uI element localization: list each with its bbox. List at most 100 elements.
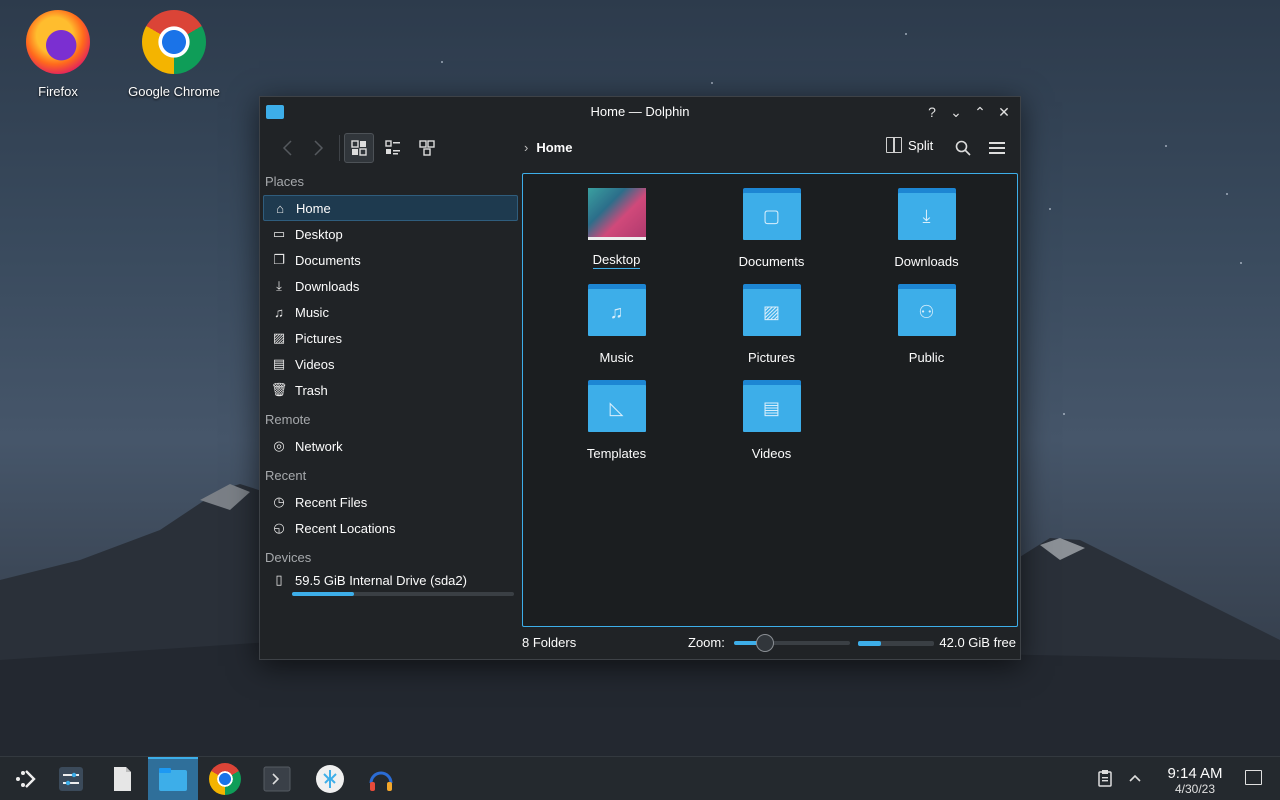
title-bar[interactable]: Home — Dolphin ? ⌄ ⌃ ✕ <box>260 97 1020 127</box>
sidebar-item-label: Videos <box>295 356 335 372</box>
taskbar: 9:14 AM 4/30/23 <box>0 756 1280 800</box>
chevron-right-icon: › <box>524 140 529 155</box>
sidebar-item-trash[interactable]: 🗑 Trash <box>263 377 518 403</box>
forward-button[interactable] <box>303 133 333 163</box>
discover-store-icon <box>316 765 344 793</box>
sidebar-item-label: Pictures <box>295 330 342 346</box>
sidebar-item-documents[interactable]: ❐ Documents <box>263 247 518 273</box>
headphones-icon <box>369 771 393 791</box>
section-header-remote: Remote <box>265 412 311 427</box>
folder-count: 8 Folders <box>522 635 577 650</box>
compact-view-button[interactable] <box>378 133 408 163</box>
sidebar-item-music[interactable]: ♫ Music <box>263 299 518 325</box>
sidebar-item-recent-files[interactable]: ◷ Recent Files <box>263 489 518 515</box>
folder-item-label: Downloads <box>894 254 959 269</box>
folder-item-label: Templates <box>586 446 647 461</box>
minimize-button[interactable]: ⌄ <box>946 101 966 123</box>
free-space-bar <box>858 641 934 646</box>
places-panel: Places ⌂ Home ▭ Desktop ❐ Documents ⤓ Downlo… <box>260 169 521 659</box>
folder-pictures-icon: ▨ <box>742 284 801 338</box>
sidebar-item-label: Network <box>295 438 343 454</box>
settings-sliders-icon <box>59 767 83 791</box>
sidebar-item-label: Documents <box>295 252 361 268</box>
chrome-icon <box>209 763 241 795</box>
network-icon: ◎ <box>273 438 285 453</box>
sidebar-item-label: Desktop <box>295 226 343 242</box>
maximize-button[interactable]: ⌃ <box>970 101 990 123</box>
help-button[interactable]: ? <box>922 101 942 123</box>
breadcrumb-home[interactable]: Home <box>536 140 572 155</box>
search-icon <box>955 140 971 156</box>
back-button[interactable] <box>273 133 303 163</box>
split-button[interactable]: Split <box>886 137 933 153</box>
sidebar-item-videos[interactable]: ▤ Videos <box>263 351 518 377</box>
menu-button[interactable] <box>982 133 1012 163</box>
application-launcher-button[interactable] <box>0 757 50 800</box>
search-button[interactable] <box>948 133 978 163</box>
arrow-right-icon <box>314 140 324 156</box>
arrow-left-icon <box>282 140 292 156</box>
taskbar-text-editor[interactable] <box>97 757 147 800</box>
taskbar-discover[interactable] <box>305 757 355 800</box>
tray-expand-icon[interactable] <box>1128 769 1142 790</box>
show-desktop-button[interactable] <box>1245 770 1262 785</box>
sidebar-item-network[interactable]: ◎ Network <box>263 433 518 459</box>
folder-item-videos[interactable]: ▤ Videos <box>694 380 849 462</box>
clipboard-icon[interactable] <box>1098 769 1112 790</box>
clipboard-glyph <box>1098 770 1112 787</box>
folder-icon <box>159 768 187 791</box>
taskbar-konsole[interactable] <box>252 757 302 800</box>
sidebar-item-recent-locations[interactable]: ◵ Recent Locations <box>263 515 518 541</box>
sidebar-item-label: Recent Locations <box>295 520 396 536</box>
sidebar-item-downloads[interactable]: ⤓ Downloads <box>263 273 518 299</box>
drive-usage-bar <box>292 592 514 596</box>
taskbar-system-settings[interactable] <box>46 757 96 800</box>
folder-view[interactable]: Desktop ▢ Documents ⤓ Downloads ♫ Music … <box>522 173 1018 627</box>
folder-item-label: Documents <box>738 254 805 269</box>
sidebar-item-label: Trash <box>295 382 328 398</box>
folder-item-pictures[interactable]: ▨ Pictures <box>694 284 849 366</box>
folder-item-music[interactable]: ♫ Music <box>539 284 694 366</box>
recent-locations-icon: ◵ <box>273 520 285 535</box>
taskbar-chrome[interactable] <box>200 757 250 800</box>
music-note-icon: ♫ <box>274 304 284 320</box>
folder-videos-icon: ▤ <box>742 380 801 434</box>
close-button[interactable]: ✕ <box>994 101 1014 123</box>
desktop-icon-firefox[interactable]: Firefox <box>3 10 113 99</box>
folder-item-documents[interactable]: ▢ Documents <box>694 188 849 270</box>
folder-templates-icon: ◺ <box>587 380 646 434</box>
sidebar-item-internal-drive[interactable]: ▯ 59.5 GiB Internal Drive (sda2) <box>263 571 518 589</box>
free-space-label: 42.0 GiB free <box>939 635 1016 650</box>
toolbar: › Home Split <box>260 127 1020 169</box>
desktop-icon-label: Google Chrome <box>128 84 220 99</box>
sidebar-item-pictures[interactable]: ▨ Pictures <box>263 325 518 351</box>
film-icon: ▤ <box>272 356 286 371</box>
desktop-icon-chrome[interactable]: Google Chrome <box>119 10 229 99</box>
zoom-slider[interactable] <box>734 634 850 652</box>
drive-usage-fill <box>292 592 355 596</box>
section-header-devices: Devices <box>265 550 312 565</box>
folder-item-downloads[interactable]: ⤓ Downloads <box>849 188 1004 270</box>
sidebar-item-label: Home <box>296 200 331 216</box>
sidebar-item-home[interactable]: ⌂ Home <box>263 195 518 221</box>
folder-item-templates[interactable]: ◺ Templates <box>539 380 694 462</box>
folder-public-icon: ⚇ <box>897 284 956 338</box>
split-view-icon <box>886 137 902 153</box>
zoom-label: Zoom: <box>688 635 725 650</box>
icons-view-button[interactable] <box>344 133 374 163</box>
folder-item-public[interactable]: ⚇ Public <box>849 284 1004 366</box>
zoom-slider-handle[interactable] <box>756 634 775 652</box>
sidebar-item-desktop[interactable]: ▭ Desktop <box>263 221 518 247</box>
taskbar-audio-app[interactable] <box>356 757 406 800</box>
documents-icon: ❐ <box>273 252 285 267</box>
status-bar: 8 Folders Zoom: 42.0 GiB free <box>522 633 1018 653</box>
taskbar-dolphin[interactable] <box>148 757 198 800</box>
sidebar-item-label: 59.5 GiB Internal Drive (sda2) <box>295 572 467 588</box>
window-title: Home — Dolphin <box>590 104 690 119</box>
folder-item-label: Pictures <box>748 350 795 365</box>
breadcrumb[interactable]: › Home <box>524 140 572 155</box>
digital-clock[interactable]: 9:14 AM 4/30/23 <box>1160 765 1230 796</box>
details-view-button[interactable] <box>412 133 442 163</box>
document-icon <box>114 767 131 791</box>
folder-item-desktop[interactable]: Desktop <box>539 188 694 270</box>
